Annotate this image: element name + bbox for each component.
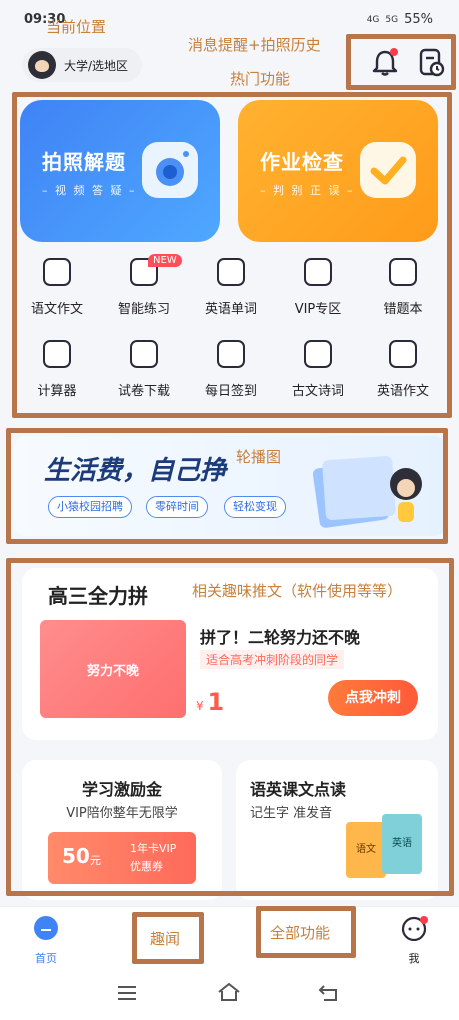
annotation-box-hot <box>12 92 452 418</box>
nav-me-label: 我 <box>408 952 420 965</box>
network-indicator-2: 5G <box>385 14 399 25</box>
nav-me[interactable]: 我 <box>384 915 444 966</box>
annotation-box-location <box>12 38 160 90</box>
system-nav-bar <box>0 972 459 1020</box>
home-icon <box>34 916 58 940</box>
battery-level: 55% <box>404 12 433 27</box>
nav-home-label: 首页 <box>35 952 57 965</box>
bottom-nav: 首页 我 <box>0 906 459 972</box>
annotation-label-hot: 热门功能 <box>230 70 291 88</box>
home-system-icon[interactable] <box>216 982 242 1002</box>
annotation-label-news: 趣闻 <box>150 930 181 948</box>
profile-icon <box>401 916 428 942</box>
annotation-label-all: 全部功能 <box>270 924 331 942</box>
annotation-box-promo <box>6 558 454 896</box>
status-indicators: 4G 5G 55% <box>367 12 433 27</box>
back-icon[interactable] <box>318 984 342 1002</box>
annotation-label-notify: 消息提醒+拍照历史 <box>188 36 321 54</box>
annotation-label-location: 当前位置 <box>46 18 107 36</box>
network-indicator: 4G <box>366 14 380 25</box>
annotation-box-notify <box>346 34 456 90</box>
nav-home[interactable]: 首页 <box>16 915 76 966</box>
menu-icon[interactable] <box>116 984 138 1002</box>
annotation-box-carousel <box>6 428 448 544</box>
